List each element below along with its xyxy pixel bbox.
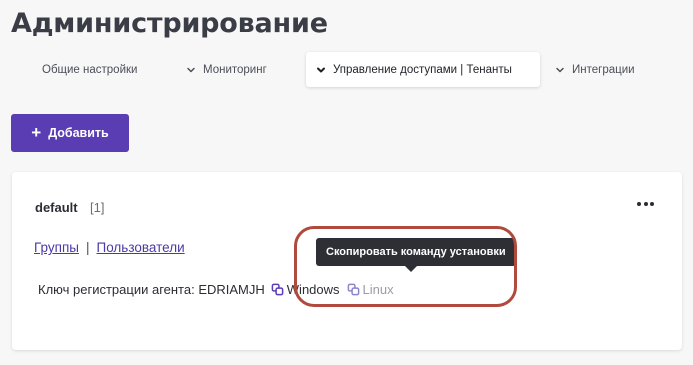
tenant-name: default xyxy=(35,200,78,215)
tab-integrations[interactable]: Интеграции xyxy=(555,52,635,87)
groups-link[interactable]: Группы xyxy=(34,240,79,255)
tab-label: Мониторинг xyxy=(203,63,267,76)
tab-label: Управление доступами | Тенанты xyxy=(333,63,512,76)
chevron-down-icon xyxy=(317,67,325,72)
more-horizontal-icon[interactable] xyxy=(637,202,654,206)
chevron-down-icon xyxy=(556,67,564,72)
tenant-count: [1] xyxy=(90,200,105,215)
page-title: Администрирование xyxy=(11,8,328,39)
tab-general-settings[interactable]: Общие настройки xyxy=(42,52,137,87)
tab-monitoring[interactable]: Мониторинг xyxy=(186,52,267,87)
admin-page: Администрирование Общие настройки Монито… xyxy=(0,0,693,365)
tab-label: Интеграции xyxy=(572,63,635,76)
tab-access-management[interactable]: Управление доступами | Тенанты xyxy=(306,52,540,87)
add-button[interactable]: + Добавить xyxy=(11,114,129,152)
agent-registration-key: Ключ регистрации агента: EDRIAMJH xyxy=(38,282,265,297)
tenant-links: Группы | Пользователи xyxy=(34,240,185,255)
users-link[interactable]: Пользователи xyxy=(97,240,185,255)
link-separator: | xyxy=(85,240,90,255)
highlight-annotation xyxy=(294,226,517,307)
plus-icon: + xyxy=(31,122,42,142)
chevron-down-icon xyxy=(187,67,195,72)
tab-label: Общие настройки xyxy=(42,63,138,76)
copy-icon xyxy=(271,283,284,296)
add-button-label: Добавить xyxy=(48,126,109,140)
